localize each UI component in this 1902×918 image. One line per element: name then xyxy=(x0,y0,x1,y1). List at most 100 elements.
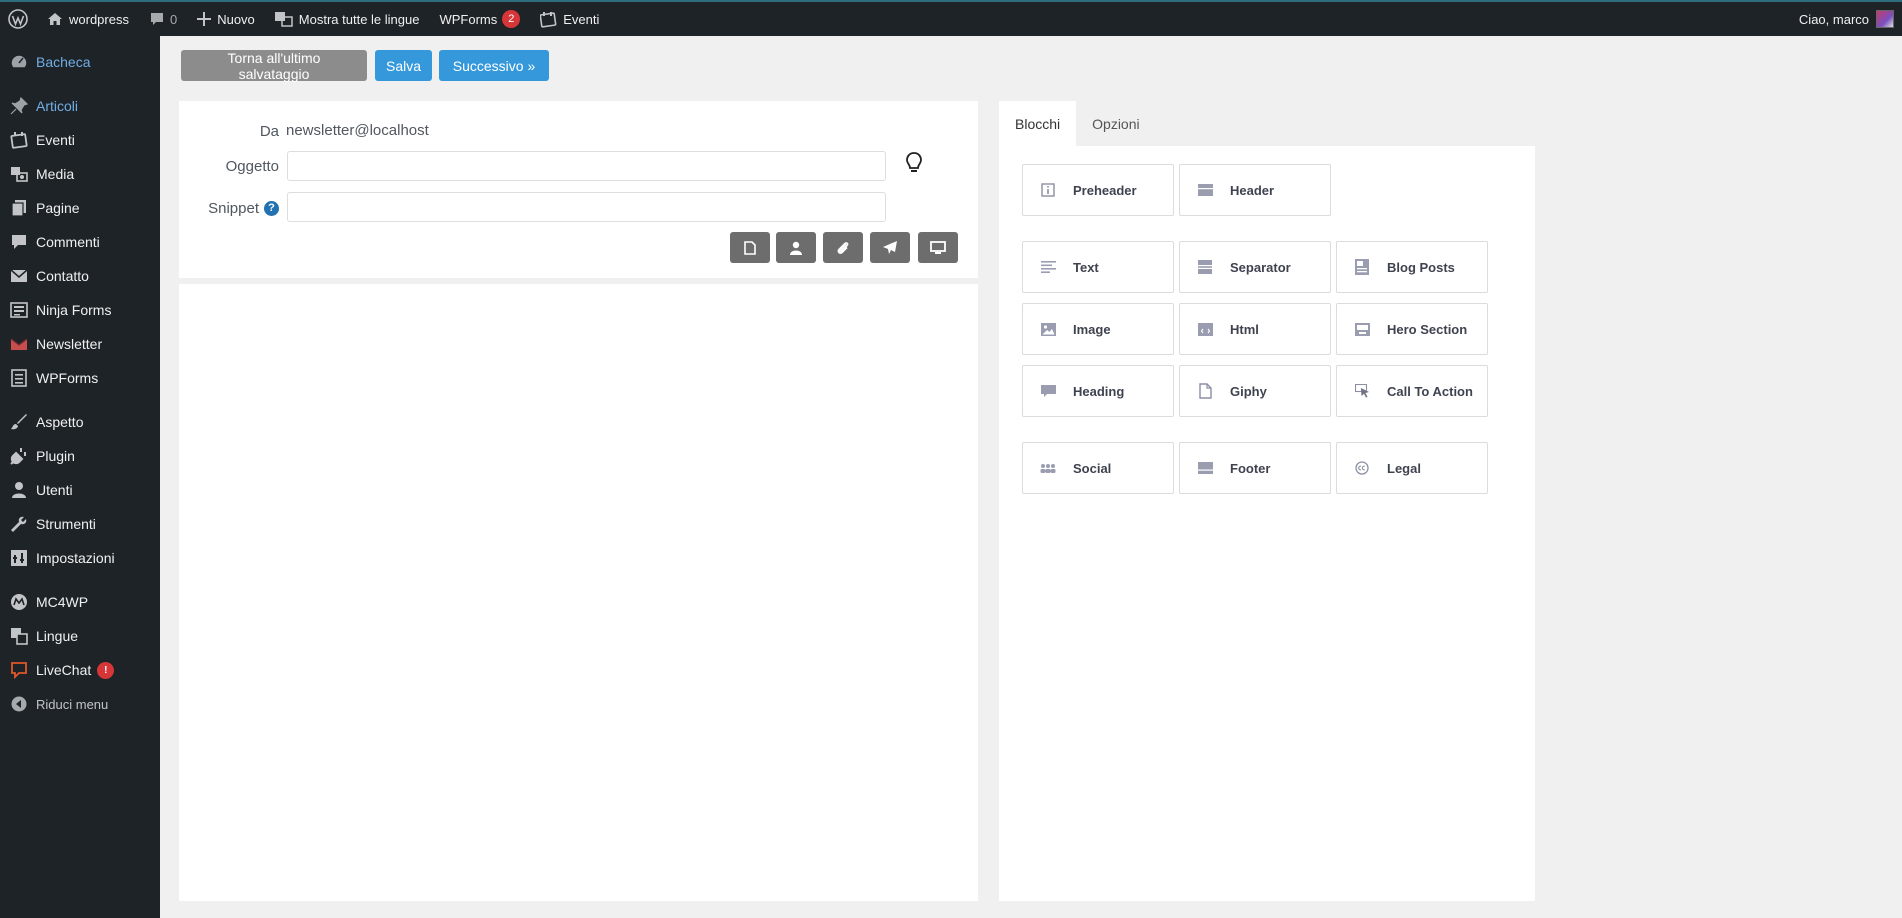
tab-blocchi[interactable]: Blocchi xyxy=(999,101,1077,146)
block-label: Heading xyxy=(1073,383,1125,399)
sidebar-item-mc4wp[interactable]: MC4WP xyxy=(0,585,160,619)
snippet-input[interactable] xyxy=(287,192,886,222)
sidebar-item-commenti[interactable]: Commenti xyxy=(0,225,160,259)
text-lines-icon xyxy=(1040,259,1056,275)
block-separator[interactable]: Separator xyxy=(1179,241,1331,293)
sidebar-item-label: Impostazioni xyxy=(36,550,115,566)
info-icon xyxy=(1040,182,1056,198)
block-blog-posts[interactable]: Blog Posts xyxy=(1336,241,1488,293)
mc4wp-icon xyxy=(9,592,29,612)
sidebar-item-label: MC4WP xyxy=(36,594,89,610)
my-account-menu[interactable]: Ciao, marco xyxy=(1799,10,1902,28)
sidebar-item-label: Commenti xyxy=(36,234,100,250)
snippet-label-wrap: Snippet ? xyxy=(208,200,279,217)
block-label: Legal xyxy=(1387,460,1421,476)
mail-icon xyxy=(9,266,29,286)
admin-sidebar: Bacheca Articoli Eventi Media Pagine Com… xyxy=(0,36,160,918)
preview-text-button[interactable] xyxy=(730,232,770,263)
greeting: Ciao, marco xyxy=(1798,11,1869,27)
block-hero-section[interactable]: Hero Section xyxy=(1336,303,1488,355)
social-icon xyxy=(1040,460,1056,476)
sidebar-item-label: Lingue xyxy=(36,628,79,644)
block-header[interactable]: Header xyxy=(1179,164,1331,216)
sidebar-item-plugin[interactable]: Plugin xyxy=(0,439,160,473)
sidebar-item-impostazioni[interactable]: Impostazioni xyxy=(0,541,160,575)
new-label: Nuovo xyxy=(217,11,255,27)
paper-plane-icon xyxy=(882,240,897,254)
user-icon xyxy=(790,241,802,255)
comments-icon xyxy=(9,232,29,252)
attachment-button[interactable] xyxy=(823,232,863,263)
collapse-menu-button[interactable]: Riduci menu xyxy=(0,687,160,721)
block-html[interactable]: Html xyxy=(1179,303,1331,355)
block-text[interactable]: Text xyxy=(1022,241,1174,293)
tab-opzioni[interactable]: Opzioni xyxy=(1076,101,1155,146)
back-to-last-save-button[interactable]: Torna all'ultimo salvataggio xyxy=(181,50,367,82)
sidebar-item-lingue[interactable]: Lingue xyxy=(0,619,160,653)
sidebar-item-wpforms[interactable]: WPForms xyxy=(0,361,160,395)
next-button[interactable]: Successivo » xyxy=(439,50,549,81)
sidebar-item-strumenti[interactable]: Strumenti xyxy=(0,507,160,541)
block-label: Header xyxy=(1230,182,1275,198)
wpforms-menu[interactable]: WPForms 2 xyxy=(429,2,530,36)
site-name-menu[interactable]: wordpress xyxy=(37,2,139,36)
block-legal[interactable]: Legal xyxy=(1336,442,1488,494)
events-menu[interactable]: Eventi xyxy=(530,2,609,36)
image-icon xyxy=(1040,321,1056,337)
home-icon xyxy=(48,13,62,25)
lightbulb-icon[interactable] xyxy=(904,151,924,175)
sidebar-item-aspetto[interactable]: Aspetto xyxy=(0,405,160,439)
from-value: newsletter@localhost xyxy=(286,122,429,139)
calendar-icon xyxy=(9,130,29,150)
wp-logo-menu[interactable] xyxy=(0,2,37,36)
admin-bar: wordpress 0 Nuovo Mostra tutte le lingue… xyxy=(0,0,1902,36)
block-giphy[interactable]: Giphy xyxy=(1179,365,1331,417)
block-heading[interactable]: Heading xyxy=(1022,365,1174,417)
sidebar-item-articoli[interactable]: Articoli xyxy=(0,89,160,123)
sidebar-item-livechat[interactable]: LiveChat ! xyxy=(0,653,160,687)
sidebar-item-bacheca[interactable]: Bacheca xyxy=(0,45,160,79)
calendar-icon xyxy=(540,11,557,28)
composer-tabs: Blocchi Opzioni xyxy=(999,101,1156,146)
desktop-preview-button[interactable] xyxy=(918,232,958,263)
html-icon xyxy=(1197,321,1213,337)
send-test-button[interactable] xyxy=(870,232,910,263)
collapse-icon xyxy=(9,694,29,714)
new-content-menu[interactable]: Nuovo xyxy=(187,2,265,36)
sidebar-item-contatto[interactable]: Contatto xyxy=(0,259,160,293)
sidebar-item-label: Plugin xyxy=(36,448,75,464)
recipient-button[interactable] xyxy=(776,232,816,263)
help-icon[interactable]: ? xyxy=(264,200,279,216)
from-label: Da xyxy=(259,122,279,140)
events-label: Eventi xyxy=(563,11,600,27)
block-image[interactable]: Image xyxy=(1022,303,1174,355)
block-label: Social xyxy=(1073,460,1112,476)
sidebar-item-label: Utenti xyxy=(36,482,73,498)
sidebar-item-label: Contatto xyxy=(36,268,89,284)
sidebar-item-label: Eventi xyxy=(36,132,75,148)
languages-menu[interactable]: Mostra tutte le lingue xyxy=(265,2,430,36)
sidebar-item-utenti[interactable]: Utenti xyxy=(0,473,160,507)
block-label: Call To Action xyxy=(1387,383,1473,399)
block-footer[interactable]: Footer xyxy=(1179,442,1331,494)
sidebar-item-ninja-forms[interactable]: Ninja Forms xyxy=(0,293,160,327)
footer-icon xyxy=(1197,460,1213,476)
sidebar-item-media[interactable]: Media xyxy=(0,157,160,191)
users-icon xyxy=(9,480,29,500)
subject-label: Oggetto xyxy=(225,157,279,175)
sidebar-item-eventi[interactable]: Eventi xyxy=(0,123,160,157)
email-canvas[interactable] xyxy=(179,284,978,901)
block-label: Footer xyxy=(1230,460,1271,476)
save-button[interactable]: Salva xyxy=(375,50,432,81)
comments-menu[interactable]: 0 xyxy=(139,2,187,36)
sidebar-item-newsletter[interactable]: Newsletter xyxy=(0,327,160,361)
sidebar-item-pagine[interactable]: Pagine xyxy=(0,191,160,225)
subject-input[interactable] xyxy=(287,151,886,181)
block-call-to-action[interactable]: Call To Action xyxy=(1336,365,1488,417)
sidebar-item-label: Aspetto xyxy=(36,414,84,430)
paperclip-icon xyxy=(837,241,849,254)
wrench-icon xyxy=(9,514,29,534)
block-social[interactable]: Social xyxy=(1022,442,1174,494)
sidebar-item-label: Media xyxy=(36,166,75,182)
block-preheader[interactable]: Preheader xyxy=(1022,164,1174,216)
